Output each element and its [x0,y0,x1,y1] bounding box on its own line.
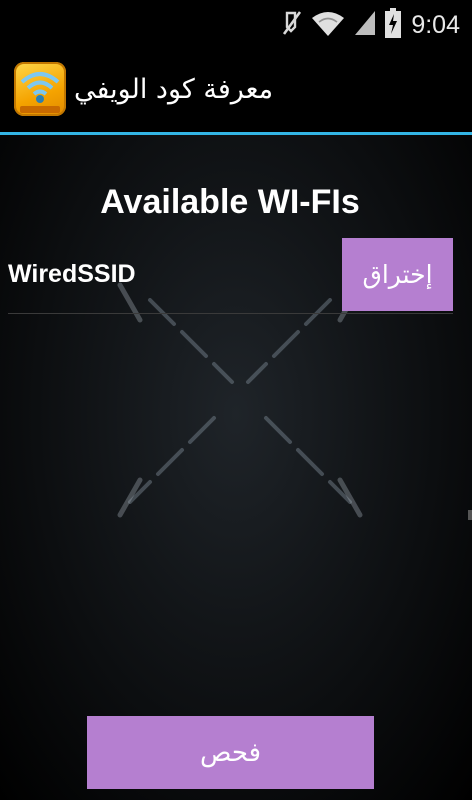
scroll-indicator [468,510,472,520]
signal-icon [353,9,377,41]
app-title: معرفة كود الويفي [74,74,274,105]
wifi-list-item: WiredSSID إختراق [8,238,453,314]
hack-button[interactable]: إختراق [342,238,453,311]
scan-button[interactable]: فحص [87,716,374,789]
mute-icon [281,9,303,41]
wifi-ssid-label: WiredSSID [8,260,136,288]
status-bar: 9:04 [0,0,472,50]
background-x-pattern [117,282,363,518]
action-bar: معرفة كود الويفي [0,50,472,134]
wifi-app-icon[interactable] [14,62,66,116]
status-time: 9:04 [411,10,460,39]
main-content: Available WI-FIs WiredSSID إختراق فحص [0,135,472,800]
list-divider [8,313,453,314]
phone-screen: 9:04 معرفة كود الويفي Available WI-FIs W… [0,0,472,800]
wifi-icon [311,9,345,41]
available-wifis-title: Available WI-FIs [100,183,360,221]
status-icons: 9:04 [281,8,460,42]
battery-charging-icon [385,8,402,42]
